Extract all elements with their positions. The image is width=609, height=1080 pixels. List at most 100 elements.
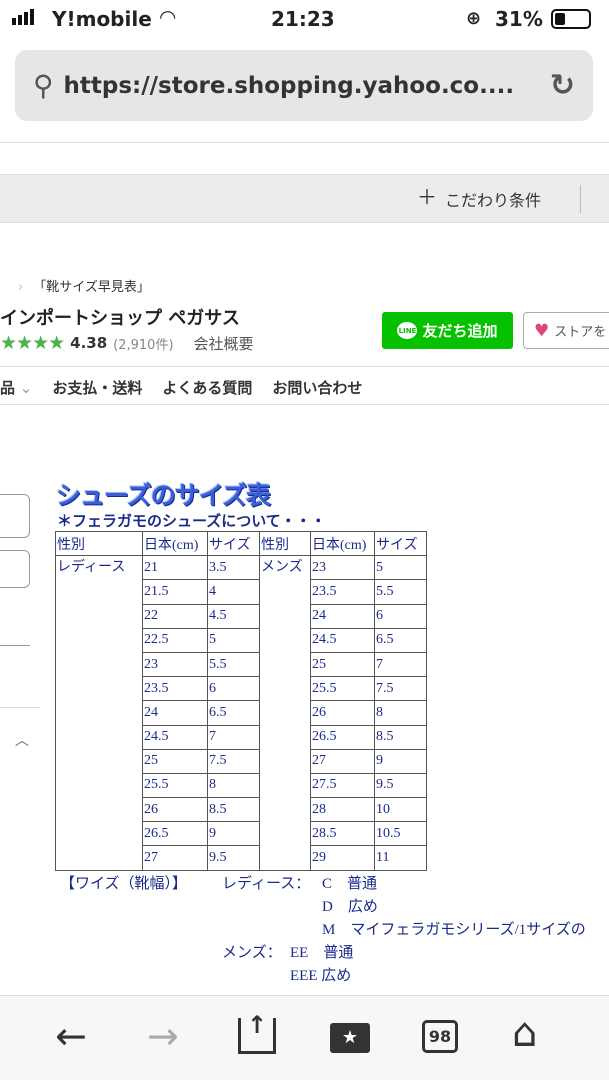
jp-size-cell: 26 bbox=[142, 797, 208, 823]
size-cell: 9 bbox=[374, 748, 427, 774]
breadcrumb[interactable]: › 「靴サイズ早見表」 bbox=[18, 276, 150, 295]
filter-button[interactable]: ＋ こだわり条件 bbox=[417, 187, 541, 211]
status-bar: Y!mobile ◠ 21:23 ⊕ 31% bbox=[0, 0, 609, 40]
jp-size-cell: 26.5 bbox=[310, 724, 375, 750]
line-add-friend-button[interactable]: LINE 友だち追加 bbox=[382, 312, 513, 349]
jp-size-cell: 24.5 bbox=[310, 627, 375, 653]
table-header: 性別 bbox=[259, 530, 311, 557]
size-cell: 8.5 bbox=[207, 797, 260, 823]
share-icon[interactable]: ↑ bbox=[238, 1013, 276, 1054]
mens-width-ee: EE 普通 bbox=[290, 945, 354, 961]
ladies-width-d: D 広め bbox=[322, 899, 378, 915]
table-header: 日本(cm) bbox=[310, 530, 375, 557]
table-row: レディース 21 3.5 メンズ 23 5 bbox=[55, 555, 427, 871]
size-chart-title: シューズのサイズ表 bbox=[56, 481, 271, 510]
size-cell: 7 bbox=[207, 724, 260, 750]
jp-size-cell: 21.5 bbox=[142, 579, 208, 605]
jp-size-cell: 24 bbox=[142, 700, 208, 726]
size-cell: 5.5 bbox=[207, 651, 260, 678]
search-icon: ⚲ bbox=[33, 69, 54, 102]
wifi-icon: ◠ bbox=[160, 5, 176, 29]
reload-icon[interactable]: ↻ bbox=[550, 68, 575, 103]
size-cell: 11 bbox=[374, 845, 427, 871]
bookmarks-icon[interactable]: ★ bbox=[330, 1023, 370, 1053]
ladies-width-label: レディース： bbox=[222, 876, 311, 892]
rotation-lock-icon: ⊕ bbox=[466, 8, 482, 29]
jp-size-cell: 28 bbox=[310, 797, 375, 823]
battery-percent: 31% bbox=[495, 7, 543, 31]
jp-size-cell: 26 bbox=[310, 700, 375, 726]
jp-size-cell: 22 bbox=[142, 603, 208, 629]
jp-size-cell: 26.5 bbox=[142, 821, 208, 847]
jp-size-cell: 21 bbox=[142, 555, 208, 581]
table-header: サイズ bbox=[207, 530, 260, 557]
star-rating-icon: ★★★★ bbox=[0, 332, 65, 354]
size-cell: 8.5 bbox=[374, 724, 427, 750]
jp-size-cell: 25.5 bbox=[142, 772, 208, 799]
size-cell: 10.5 bbox=[374, 821, 427, 847]
size-cell: 3.5 bbox=[207, 555, 260, 581]
table-header: 日本(cm) bbox=[142, 530, 208, 557]
jp-size-cell: 23 bbox=[142, 651, 208, 678]
jp-size-cell: 27 bbox=[142, 845, 208, 871]
gender-cell: レディース bbox=[55, 555, 143, 871]
jp-size-cell: 25 bbox=[310, 651, 375, 678]
table-header: サイズ bbox=[374, 530, 427, 557]
url-bar[interactable]: ⚲ https://store.shopping.yahoo.co.... ↻ bbox=[15, 50, 593, 121]
plus-icon: ＋ bbox=[417, 185, 437, 209]
heart-icon: ♥ bbox=[534, 320, 550, 341]
nav-item-contact[interactable]: お問い合わせ bbox=[272, 377, 362, 398]
size-cell: 6 bbox=[207, 676, 260, 702]
favorite-store-button[interactable]: ♥ ストアを bbox=[523, 312, 609, 349]
size-cell: 7.5 bbox=[374, 676, 427, 702]
size-cell: 6.5 bbox=[374, 627, 427, 653]
home-icon[interactable]: ⌂ bbox=[512, 1010, 537, 1056]
gender-cell: メンズ bbox=[259, 555, 311, 871]
size-cell: 7 bbox=[374, 651, 427, 678]
clock: 21:23 bbox=[271, 7, 335, 31]
forward-icon[interactable]: → bbox=[147, 1014, 179, 1058]
jp-size-cell: 24 bbox=[310, 603, 375, 629]
jp-size-cell: 27.5 bbox=[310, 772, 375, 799]
browser-toolbar: ← → ↑ ★ 98 ⌂ bbox=[0, 995, 609, 1080]
store-nav: 品 ⌄ お支払・送料 よくある質問 お問い合わせ bbox=[0, 377, 362, 398]
side-box[interactable] bbox=[0, 550, 30, 588]
size-cell: 8 bbox=[374, 700, 427, 726]
nav-item-payment[interactable]: お支払・送料 bbox=[52, 377, 142, 398]
signal-icon bbox=[12, 9, 34, 25]
size-cell: 5.5 bbox=[374, 579, 427, 605]
table-header: 性別 bbox=[55, 530, 143, 557]
tabs-icon[interactable]: 98 bbox=[422, 1020, 458, 1053]
store-name[interactable]: インポートショップ ペガサス bbox=[0, 304, 240, 330]
battery-icon bbox=[551, 9, 591, 29]
size-table: 性別 日本(cm) サイズ 性別 日本(cm) サイズ レディース 21 3.5 メンズ 23 5 21… bbox=[55, 530, 427, 871]
size-cell: 5 bbox=[374, 555, 427, 581]
size-cell: 7.5 bbox=[207, 748, 260, 774]
jp-size-cell: 25.5 bbox=[310, 676, 375, 702]
size-chart-subtitle: ＊フェラガモのシューズについて・・・ bbox=[57, 514, 326, 530]
chevron-up-icon[interactable]: ︿ bbox=[15, 730, 29, 750]
carrier: Y!mobile bbox=[52, 7, 152, 31]
side-box[interactable] bbox=[0, 494, 30, 538]
table-header-row: 性別 日本(cm) サイズ 性別 日本(cm) サイズ bbox=[55, 530, 427, 557]
size-cell: 6 bbox=[374, 603, 427, 629]
size-cell: 4 bbox=[207, 579, 260, 605]
ladies-width-c: C 普通 bbox=[322, 876, 378, 892]
back-icon[interactable]: ← bbox=[55, 1014, 87, 1058]
size-cell: 10 bbox=[374, 797, 427, 823]
size-cell: 5 bbox=[207, 627, 260, 653]
size-cell: 9.5 bbox=[374, 772, 427, 799]
jp-size-cell: 23.5 bbox=[310, 579, 375, 605]
line-icon: LINE bbox=[397, 322, 418, 339]
size-cell: 8 bbox=[207, 772, 260, 799]
size-cell: 9.5 bbox=[207, 845, 260, 871]
nav-item-faq[interactable]: よくある質問 bbox=[162, 377, 252, 398]
size-cell: 6.5 bbox=[207, 700, 260, 726]
store-rating: ★★★★ 4.38 (2,910件) 会社概要 bbox=[0, 332, 254, 354]
company-link[interactable]: 会社概要 bbox=[194, 333, 254, 354]
mens-width-eee: EEE 広め bbox=[290, 968, 352, 984]
jp-size-cell: 23 bbox=[310, 555, 375, 581]
mens-width-label: メンズ： bbox=[222, 945, 282, 961]
jp-size-cell: 24.5 bbox=[142, 724, 208, 750]
nav-item-products[interactable]: 品 ⌄ bbox=[0, 377, 32, 398]
